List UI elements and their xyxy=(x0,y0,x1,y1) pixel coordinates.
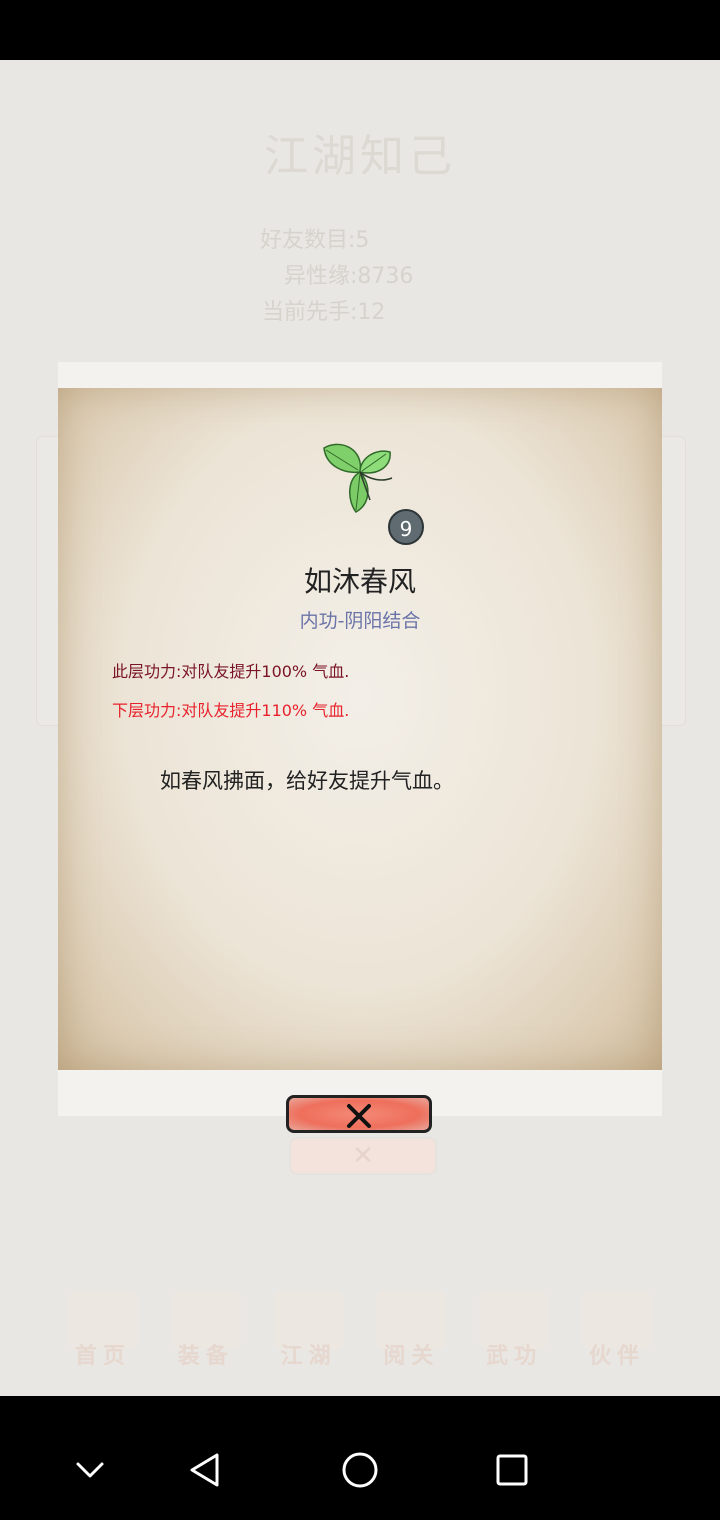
background-close-button[interactable]: ✕ xyxy=(289,1137,437,1175)
skill-type: 内功-阴阳结合 xyxy=(299,610,421,632)
nav-item-stages[interactable]: 阅关 xyxy=(368,1286,454,1372)
next-level-effect: 下层功力:对队友提升110% 气血. xyxy=(112,701,350,720)
page-title: 江湖知己 xyxy=(264,131,456,182)
back-icon[interactable] xyxy=(176,1440,236,1500)
status-bar xyxy=(0,0,720,60)
chevron-down-icon[interactable] xyxy=(60,1440,120,1500)
home-icon[interactable] xyxy=(330,1440,390,1500)
nav-item-partners[interactable]: 伙伴 xyxy=(574,1286,660,1372)
nav-item-home[interactable]: 首页 xyxy=(60,1286,146,1372)
charm-stat: 异性缘:8736 xyxy=(284,264,414,289)
skill-name: 如沐春风 xyxy=(303,565,416,598)
initiative-stat: 当前先手:12 xyxy=(262,300,386,325)
leaf-skill-icon xyxy=(320,440,400,516)
bottom-nav: 首页 装备 江湖 阅关 武功 伙伴 xyxy=(60,1286,660,1376)
system-navigation-bar xyxy=(0,1396,720,1520)
skill-description: 如春风拂面，给好友提升气血。 xyxy=(160,769,454,793)
close-x-icon xyxy=(347,1104,371,1128)
skill-level-badge: 9 xyxy=(388,509,424,545)
recents-icon[interactable] xyxy=(482,1440,542,1500)
friend-count: 好友数目:5 xyxy=(260,228,370,253)
nav-item-jianghu[interactable]: 江湖 xyxy=(266,1286,352,1372)
nav-item-martial-arts[interactable]: 武功 xyxy=(471,1286,557,1372)
current-level-effect: 此层功力:对队友提升100% 气血. xyxy=(112,662,350,681)
close-button[interactable] xyxy=(286,1095,432,1133)
nav-item-equipment[interactable]: 装备 xyxy=(163,1286,249,1372)
